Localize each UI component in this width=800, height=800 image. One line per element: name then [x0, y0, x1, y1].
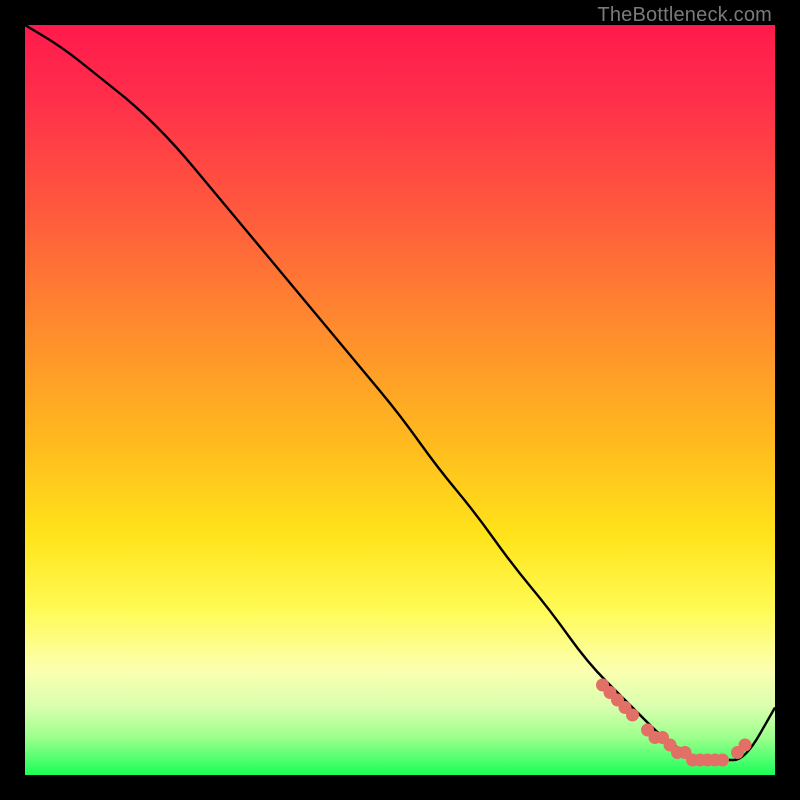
marker-dot — [626, 709, 639, 722]
watermark-text: TheBottleneck.com — [597, 4, 772, 27]
chart-frame: TheBottleneck.com — [0, 0, 800, 800]
marker-dot — [716, 754, 729, 767]
curve-svg — [25, 25, 775, 775]
plot-area — [25, 25, 775, 775]
marker-group — [596, 679, 752, 767]
marker-dot — [739, 739, 752, 752]
bottleneck-curve — [25, 25, 775, 760]
